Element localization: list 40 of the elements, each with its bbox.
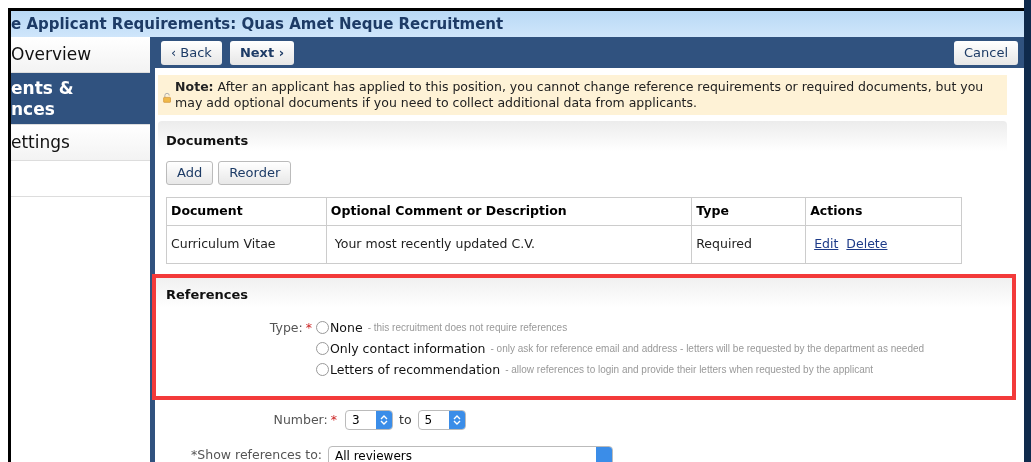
action-link[interactable]: Delete: [846, 234, 888, 254]
padlock-icon: [163, 90, 172, 106]
radio-button[interactable]: [316, 320, 329, 334]
field-label: *Show references to:: [190, 445, 323, 462]
table-cell: Required: [691, 225, 806, 263]
option-label: Only contact information: [330, 339, 486, 358]
window-title: e Applicant Requirements: Quas Amet Neque Recruitment: [11, 14, 504, 35]
stepper-icon: [380, 414, 388, 426]
note-text: Note: After an applicant has applied to this position, you cannot change reference requirements or required documents, but you may add optional documents if you need to collect additional data from applicants.: [175, 79, 985, 111]
radio-button[interactable]: [316, 341, 329, 355]
back-button[interactable]: ‹ Back: [161, 40, 222, 65]
sidebar-item[interactable]: ents & nces: [11, 73, 150, 125]
reviewers-select[interactable]: All reviewers: [328, 446, 613, 462]
to-label: to: [399, 410, 412, 429]
field-label: Type:: [269, 318, 303, 337]
action-link[interactable]: Edit: [814, 234, 839, 254]
number-select[interactable]: 3: [345, 410, 393, 430]
option-label: None: [330, 318, 363, 337]
next-button[interactable]: Next ›: [229, 40, 295, 65]
column-header: Actions: [805, 197, 962, 225]
section-title: Documents: [166, 132, 249, 150]
option-hint: - allow references to login and provide their letters when requested by the applicant: [505, 362, 874, 377]
option-label: Letters of recommendation: [330, 360, 501, 379]
field-label: Number:: [273, 410, 328, 429]
stepper-icon: [452, 414, 461, 426]
table-cell: Your most recently updated C.V.: [326, 225, 692, 263]
column-header: Document: [166, 197, 327, 225]
document-button[interactable]: Reorder: [218, 160, 292, 185]
number-select[interactable]: 5: [417, 410, 466, 430]
document-button[interactable]: Add: [166, 160, 214, 185]
section-title: References: [166, 286, 249, 304]
radio-button[interactable]: [316, 362, 329, 376]
cancel-button[interactable]: Cancel: [953, 40, 1018, 65]
option-hint: - only ask for reference email and address - letters will be requested by the department as needed: [490, 341, 925, 356]
table-cell: Curriculum Vitae: [166, 225, 327, 263]
column-header: Optional Comment or Description: [326, 197, 692, 225]
option-hint: - this recruitment does not require references: [367, 320, 568, 335]
required-mark: *: [305, 318, 312, 337]
required-mark: *: [330, 410, 337, 429]
column-header: Type: [691, 197, 806, 225]
